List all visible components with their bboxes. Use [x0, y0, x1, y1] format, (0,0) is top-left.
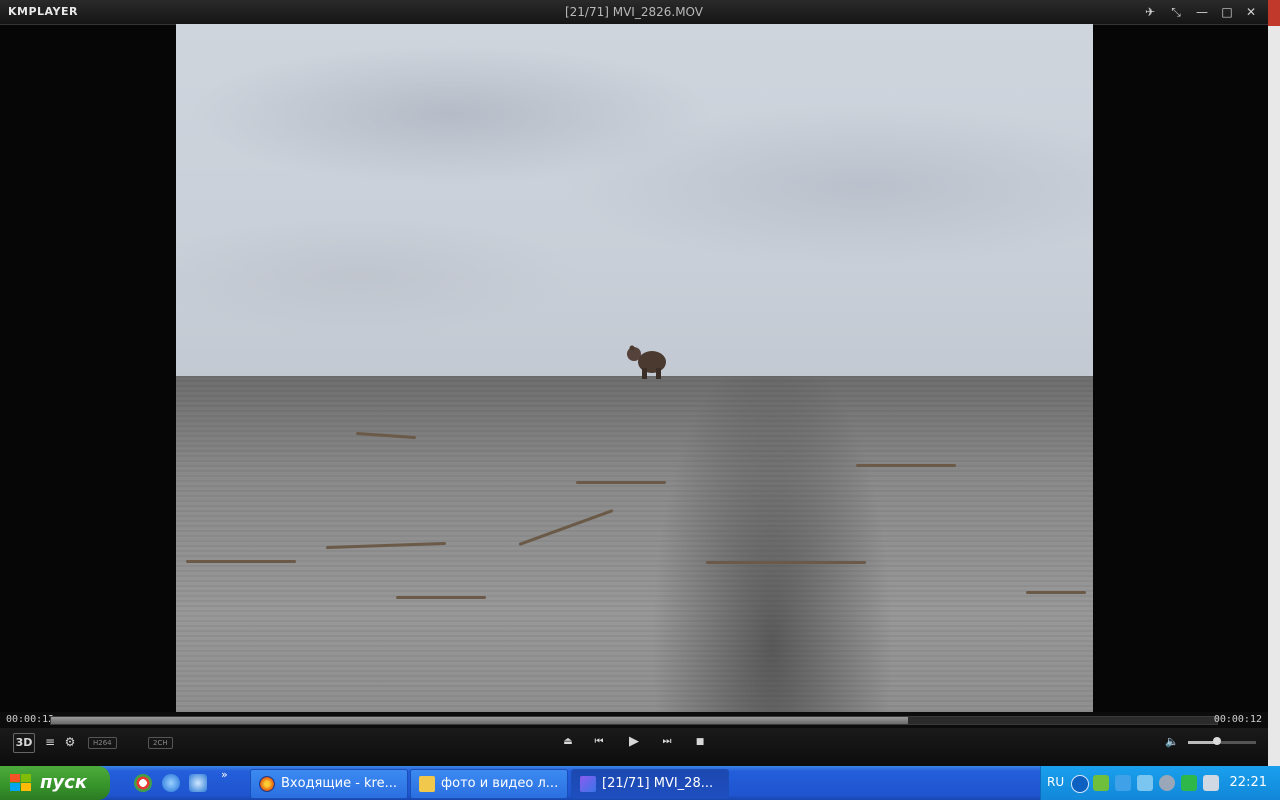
- codec-badge[interactable]: H264: [88, 737, 117, 749]
- pin-icon[interactable]: ✈: [1142, 4, 1158, 20]
- driftwood: [325, 541, 447, 550]
- settings-icon[interactable]: ⚙: [62, 733, 78, 751]
- 3d-button[interactable]: 3D: [13, 733, 35, 753]
- display-icon[interactable]: [1203, 775, 1219, 791]
- task-label: [21/71] MVI_28...: [602, 776, 714, 791]
- total-duration: 00:00:12: [1213, 714, 1262, 725]
- driftwood: [1026, 591, 1086, 594]
- start-label: пуск: [40, 772, 88, 793]
- quicklaunch-more-icon[interactable]: »: [221, 768, 228, 781]
- task-label: фото и видео л...: [441, 776, 559, 791]
- bear-figure: [627, 345, 666, 379]
- clock: 22:21: [1229, 775, 1267, 790]
- tray-app-icon[interactable]: [1137, 775, 1153, 791]
- minimize-button[interactable]: —: [1194, 4, 1210, 20]
- gravel-ground: [176, 376, 1093, 712]
- tray-expand-icon[interactable]: [1071, 775, 1089, 793]
- seek-row: 00:00:12 00:00:12: [0, 712, 1268, 728]
- stop-icon[interactable]: ■: [692, 733, 708, 751]
- window-title: [21/71] MVI_2826.MOV: [564, 5, 703, 19]
- language-indicator[interactable]: RU: [1047, 775, 1064, 789]
- playlist-icon[interactable]: ≡: [42, 733, 58, 751]
- driftwood: [856, 464, 956, 467]
- sky-clouds: [176, 24, 1093, 384]
- seek-progress: [51, 717, 908, 724]
- player-window: KMPLAYER [21/71] MVI_2826.MOV ✈ ⤡ — □ ✕: [0, 0, 1268, 766]
- maximize-button[interactable]: □: [1219, 4, 1235, 20]
- compact-mode-button[interactable]: ⤡: [1168, 4, 1184, 20]
- quicklaunch-app-icon[interactable]: [189, 774, 207, 792]
- elapsed-time: 00:00:12: [6, 714, 55, 725]
- start-button[interactable]: пуск: [0, 766, 110, 800]
- windows-logo-icon: [10, 774, 31, 791]
- kmplayer-icon: [580, 776, 596, 792]
- driftwood: [518, 508, 614, 547]
- volume-knob[interactable]: [1212, 737, 1221, 745]
- eject-icon[interactable]: ⏏: [560, 733, 576, 751]
- firefox-icon: [259, 776, 275, 792]
- chrome-icon[interactable]: [134, 774, 152, 792]
- driftwood: [576, 481, 666, 484]
- folder-icon: [419, 776, 435, 792]
- task-label: Входящие - kre...: [281, 776, 398, 791]
- background-window-edge: [1268, 0, 1280, 766]
- task-button-kmplayer[interactable]: [21/71] MVI_28...: [571, 769, 729, 799]
- control-bar: 3D ≡ ⚙ H264 2CH ⏏ ⏮ ▶ ⏭ ■ 🔈: [0, 728, 1268, 766]
- background-close-button[interactable]: [1268, 0, 1280, 26]
- previous-icon[interactable]: ⏮: [591, 733, 607, 751]
- tray-disk-icon[interactable]: [1159, 775, 1175, 791]
- system-tray: RU 22:21: [1040, 766, 1280, 800]
- driftwood: [706, 561, 866, 564]
- task-button-folder[interactable]: фото и видео л...: [410, 769, 568, 799]
- driftwood: [186, 560, 296, 563]
- wifi-icon[interactable]: [1115, 775, 1131, 791]
- next-icon[interactable]: ⏭: [659, 733, 675, 751]
- network-icon[interactable]: [1093, 775, 1109, 791]
- ie-icon[interactable]: [162, 774, 180, 792]
- audio-channels-badge[interactable]: 2CH: [148, 737, 173, 749]
- task-button-inbox[interactable]: Входящие - kre...: [250, 769, 408, 799]
- volume-slider[interactable]: [1188, 737, 1256, 745]
- volume-icon[interactable]: 🔈: [1164, 733, 1180, 751]
- close-button[interactable]: ✕: [1243, 4, 1259, 20]
- driftwood: [355, 431, 417, 440]
- video-frame[interactable]: [176, 24, 1093, 712]
- taskbar: пуск » Входящие - kre... фото и видео л.…: [0, 766, 1280, 800]
- seek-bar[interactable]: [50, 716, 1218, 725]
- security-shield-icon[interactable]: [1181, 775, 1197, 791]
- driftwood: [396, 596, 486, 599]
- title-bar[interactable]: KMPLAYER [21/71] MVI_2826.MOV ✈ ⤡ — □ ✕: [0, 0, 1268, 25]
- play-icon[interactable]: ▶: [625, 733, 643, 751]
